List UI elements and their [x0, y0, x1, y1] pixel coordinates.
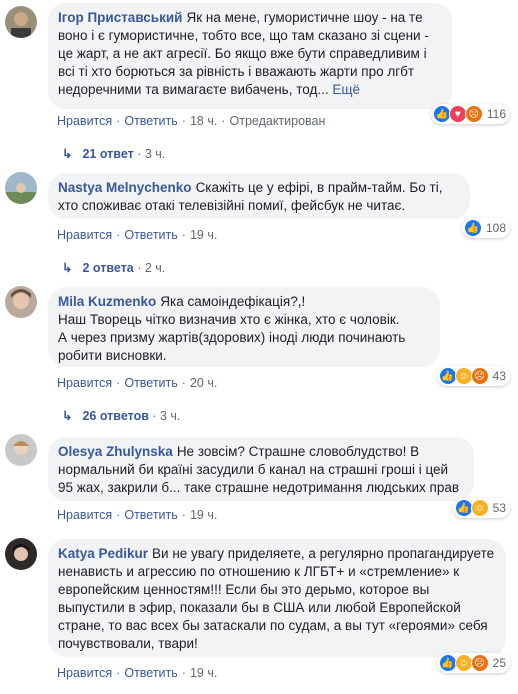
comment-author[interactable]: Ігор Приставський: [58, 10, 182, 25]
replies-time: 2 ч.: [144, 261, 166, 275]
comment-actions: Нравится · Ответить · 19 ч.: [57, 228, 218, 242]
edited-label: Отредактирован: [229, 114, 326, 128]
replies-link[interactable]: ↳ 26 ответов · 3 ч.: [62, 408, 180, 423]
comment-actions: Нравится · Ответить · 18 ч. · Отредактирован: [57, 114, 326, 128]
like-button[interactable]: Нравится: [57, 228, 112, 242]
comment-actions: Нравится · Ответить · 19 ч.: [57, 666, 218, 680]
replies-link[interactable]: ↳ 2 ответа · 2 ч.: [62, 260, 165, 275]
comment-author[interactable]: Olesya Zhulynska: [58, 444, 173, 459]
reply-button[interactable]: Ответить: [124, 114, 177, 128]
comment-bubble: Olesya Zhulynska Не зовсім? Страшне слово…: [48, 437, 474, 501]
reaction-summary[interactable]: 👍 ☺ ☹ 43: [436, 366, 510, 386]
like-button[interactable]: Нравится: [57, 508, 112, 522]
avatar[interactable]: [5, 434, 37, 466]
replies-count[interactable]: 21 ответ: [82, 147, 133, 161]
comment-actions: Нравится · Ответить · 19 ч.: [57, 508, 218, 522]
avatar[interactable]: [5, 6, 37, 38]
replies-time: 3 ч.: [144, 147, 166, 161]
reaction-count: 25: [492, 656, 506, 670]
comment-bubble: Ігор Приставський Як на мене, гумористичн…: [48, 3, 452, 109]
comment-bubble: Katya Pedikur Ви не увагу приделяете, а р…: [48, 539, 506, 657]
avatar-image: [5, 434, 37, 466]
avatar-image: [5, 538, 37, 570]
avatar-image: [5, 6, 37, 38]
replies-count[interactable]: 26 ответов: [82, 409, 148, 423]
comment-time[interactable]: 19 ч.: [190, 228, 217, 242]
comment-time[interactable]: 18 ч.: [190, 114, 217, 128]
reply-arrow-icon: ↳: [62, 147, 73, 161]
haha-reaction-icon: ☺: [454, 654, 473, 672]
like-reaction-icon: 👍: [454, 499, 473, 517]
comment-text-line-1: Яка самоіндефікація?,!: [160, 294, 306, 309]
replies-time: 3 ч.: [160, 409, 181, 423]
angry-reaction-icon: ☹: [470, 654, 489, 672]
angry-reaction-icon: ☹: [464, 105, 483, 123]
reply-arrow-icon: ↳: [62, 261, 73, 275]
comment-author[interactable]: Nastya Melnychenko: [58, 180, 192, 195]
comment-bubble: Mila Kuzmenko Яка самоіндефікація?,! Наш …: [48, 287, 440, 367]
reaction-count: 53: [492, 501, 506, 515]
haha-reaction-icon: ☺: [470, 499, 489, 517]
comment-time[interactable]: 19 ч.: [190, 508, 217, 522]
reaction-summary[interactable]: 👍 ♥ ☹ 116: [430, 104, 510, 124]
comment-text: Ви не увагу приделяете, а регулярно проп…: [58, 546, 495, 651]
reaction-summary[interactable]: 👍 ☺ ☹ 25: [436, 653, 510, 673]
reply-button[interactable]: Ответить: [124, 666, 177, 680]
comment-author[interactable]: Katya Pedikur: [58, 546, 148, 561]
comment-text-line-2: Наш Творець чітко визначив хто є жінка, …: [58, 312, 400, 327]
haha-reaction-icon: ☺: [454, 367, 473, 385]
reaction-count: 116: [486, 107, 506, 121]
like-button[interactable]: Нравится: [57, 114, 112, 128]
replies-link[interactable]: ↳ 21 ответ · 3 ч.: [62, 146, 165, 161]
like-button[interactable]: Нравится: [57, 376, 112, 390]
comment-author[interactable]: Mila Kuzmenko: [58, 294, 156, 309]
comment-time[interactable]: 20 ч.: [190, 376, 217, 390]
like-button[interactable]: Нравится: [57, 666, 112, 680]
reaction-count: 108: [485, 221, 506, 235]
reaction-summary[interactable]: 👍 ☺ 53: [452, 498, 510, 518]
reply-button[interactable]: Ответить: [124, 376, 177, 390]
reaction-count: 43: [492, 369, 506, 383]
reply-arrow-icon: ↳: [62, 409, 73, 423]
like-reaction-icon: 👍: [438, 654, 457, 672]
comment-time[interactable]: 19 ч.: [190, 666, 217, 680]
angry-reaction-icon: ☹: [470, 367, 489, 385]
avatar-image: [5, 286, 37, 318]
avatar[interactable]: [5, 538, 37, 570]
reply-button[interactable]: Ответить: [124, 508, 177, 522]
comment-bubble: Nastya Melnychenko Скажіть це у ефірі, в …: [48, 173, 470, 219]
avatar[interactable]: [5, 172, 37, 204]
comment-text-line-3: А через призму жартів(здорових) іноді лю…: [58, 330, 406, 363]
reply-button[interactable]: Ответить: [124, 228, 177, 242]
like-reaction-icon: 👍: [438, 367, 457, 385]
avatar[interactable]: [5, 286, 37, 318]
reaction-summary[interactable]: 👍 108: [461, 218, 510, 238]
like-reaction-icon: 👍: [463, 219, 482, 237]
comment-actions: Нравится · Ответить · 20 ч.: [57, 376, 218, 390]
avatar-image: [5, 172, 37, 204]
see-more-link[interactable]: Ещё: [332, 82, 360, 97]
replies-count[interactable]: 2 ответа: [82, 261, 133, 275]
